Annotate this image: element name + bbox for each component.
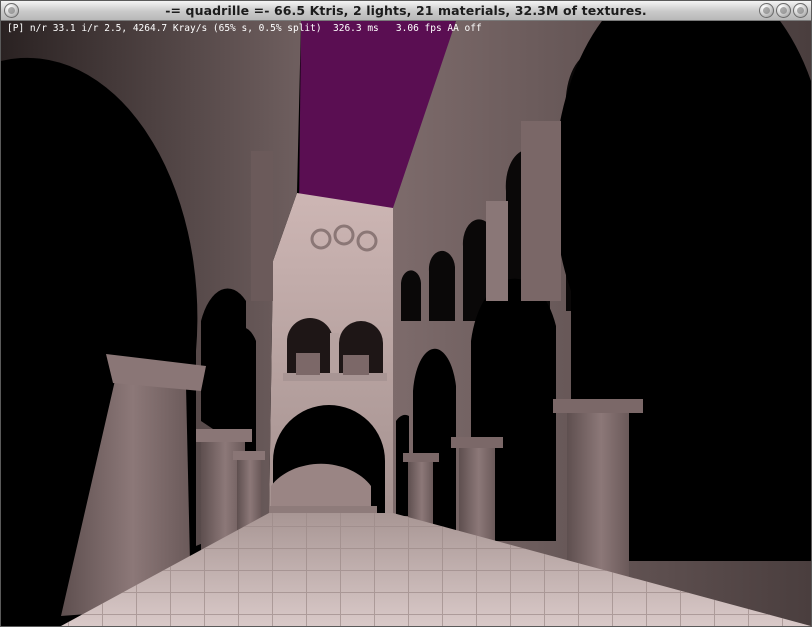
close-button[interactable] bbox=[793, 3, 808, 18]
rendered-atrium-scene bbox=[1, 21, 811, 626]
window-title: -= quadrille =- 66.5 Ktris, 2 lights, 21… bbox=[165, 3, 647, 18]
render-stats-overlay: [P] n/r 33.1 i/r 2.5, 4264.7 Kray/s (65%… bbox=[7, 23, 482, 34]
minimize-button[interactable] bbox=[759, 3, 774, 18]
maximize-button[interactable] bbox=[776, 3, 791, 18]
minimize-icon bbox=[763, 7, 770, 14]
maximize-icon bbox=[780, 7, 787, 14]
render-viewport[interactable]: [P] n/r 33.1 i/r 2.5, 4264.7 Kray/s (65%… bbox=[1, 21, 811, 626]
close-icon bbox=[797, 7, 804, 14]
title-bar[interactable]: -= quadrille =- 66.5 Ktris, 2 lights, 21… bbox=[1, 1, 811, 21]
app-window: -= quadrille =- 66.5 Ktris, 2 lights, 21… bbox=[0, 0, 812, 627]
